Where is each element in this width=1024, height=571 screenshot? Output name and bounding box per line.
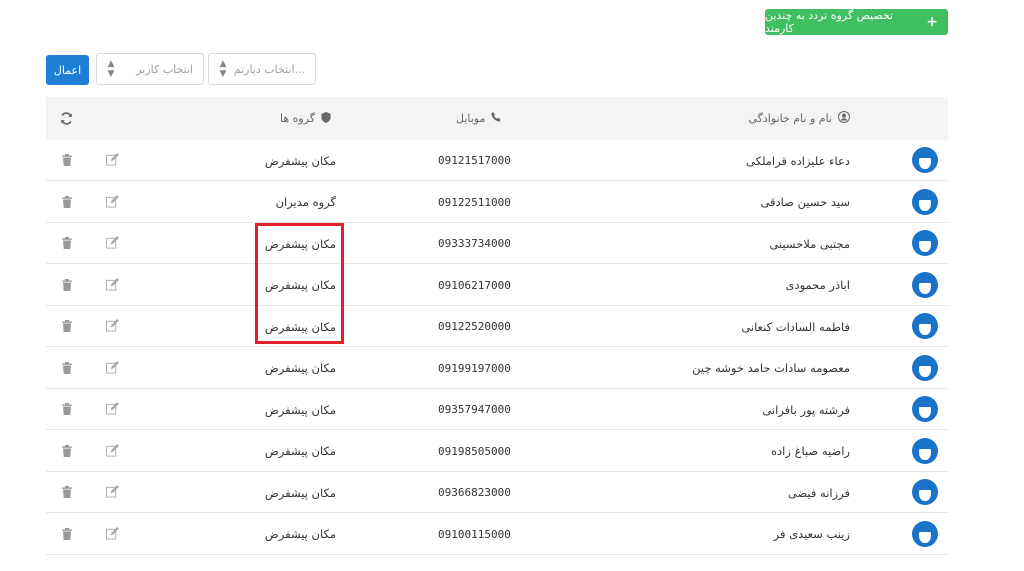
- group-cell: مکان پیشفرض: [264, 153, 336, 168]
- trash-icon[interactable]: [62, 154, 72, 169]
- name-cell: اباذر محمودی: [785, 278, 850, 292]
- table-row: مکان پیشفرض 09100115000 زینب سعیدی فر: [46, 514, 948, 555]
- trash-icon[interactable]: [62, 278, 72, 294]
- edit-icon[interactable]: [106, 402, 119, 418]
- name-cell: سید حسین صادقی: [760, 195, 850, 209]
- mobile-cell: 09106217000: [438, 278, 511, 292]
- avatar: [912, 188, 938, 215]
- avatar: [912, 396, 938, 422]
- trash-icon[interactable]: [62, 361, 72, 377]
- avatar: [912, 147, 938, 173]
- phone-icon: [491, 112, 501, 125]
- edit-icon[interactable]: [106, 153, 119, 169]
- trash-icon[interactable]: [62, 527, 72, 543]
- edit-icon[interactable]: [106, 526, 119, 543]
- select-user-placeholder: انتخاب کاربر: [136, 62, 193, 76]
- assign-group-multiple-button[interactable]: تخصیص گروه تردد به چندین کارمند +: [765, 9, 948, 35]
- mobile-cell: 09100115000: [438, 527, 511, 541]
- avatar: [912, 354, 938, 381]
- user-circle-icon: [838, 111, 850, 126]
- avatar: [912, 437, 938, 464]
- name-cell: فرزانه فیضی: [787, 485, 850, 500]
- table-header: گروه ها موبایل نام و نام خانوادگی: [46, 97, 948, 140]
- group-cell: مکان پیشفرض: [264, 402, 336, 417]
- group-cell: مکان پیشفرض: [264, 444, 336, 458]
- table-row: مکان پیشفرض 09198505000 راضیه صباغ زاده: [46, 431, 948, 472]
- mobile-cell: 09357947000: [438, 403, 511, 416]
- sort-arrows-icon: ▲ ▼: [107, 59, 115, 79]
- edit-icon[interactable]: [106, 194, 119, 211]
- edit-icon[interactable]: [106, 360, 119, 377]
- edit-icon[interactable]: [106, 319, 119, 335]
- name-cell: دعاء علیزاده قراملکی: [746, 153, 850, 168]
- table-row: مکان پیشفرض 09199197000 معصومه سادات حام…: [46, 348, 948, 389]
- mobile-cell: 09199197000: [438, 361, 511, 375]
- name-cell: فرشته پور بافرانی: [762, 402, 850, 417]
- mobile-cell: 09122511000: [438, 195, 511, 209]
- refresh-icon[interactable]: [60, 97, 73, 140]
- assign-group-label: تخصیص گروه تردد به چندین کارمند: [765, 9, 894, 35]
- trash-icon[interactable]: [62, 237, 72, 252]
- select-department-placeholder: انتخاب دپارتم...: [233, 62, 305, 76]
- mobile-column-header: موبایل: [456, 97, 501, 140]
- edit-icon[interactable]: [106, 485, 119, 501]
- mobile-header-label: موبایل: [456, 112, 486, 125]
- avatar: [912, 479, 938, 505]
- apply-button[interactable]: اعمال: [46, 55, 89, 85]
- name-cell: زینب سعیدی فر: [773, 527, 850, 541]
- table-row: مکان پیشفرض 09106217000 اباذر محمودی: [46, 265, 948, 306]
- avatar: [912, 313, 938, 339]
- name-header-label: نام و نام خانوادگی: [748, 112, 832, 125]
- table-row: مکان پیشفرض 09366823000 فرزانه فیضی: [46, 472, 948, 513]
- table-row: مکان پیشفرض 09122520000 فاطمه السادات کن…: [46, 306, 948, 347]
- mobile-cell: 09366823000: [438, 486, 511, 499]
- group-cell: گروه مدیران: [275, 195, 336, 209]
- avatar: [912, 520, 938, 547]
- trash-icon[interactable]: [62, 444, 72, 460]
- name-cell: فاطمه السادات کنعانی: [741, 319, 850, 334]
- mobile-cell: 09122520000: [438, 320, 511, 333]
- select-department-dropdown[interactable]: ▲ ▼ انتخاب دپارتم...: [208, 53, 316, 85]
- shield-icon: [321, 111, 331, 126]
- mobile-cell: 09198505000: [438, 444, 511, 458]
- edit-icon[interactable]: [106, 236, 119, 252]
- table-row: مکان پیشفرض 09121517000 دعاء علیزاده قرا…: [46, 140, 948, 181]
- groups-column-header: گروه ها: [280, 97, 331, 140]
- group-cell: مکان پیشفرض: [264, 361, 336, 375]
- groups-header-label: گروه ها: [280, 112, 316, 125]
- edit-icon[interactable]: [106, 277, 119, 294]
- trash-icon[interactable]: [62, 195, 72, 211]
- plus-icon: +: [926, 14, 938, 30]
- sort-arrows-icon: ▲ ▼: [219, 59, 227, 79]
- select-user-dropdown[interactable]: ▲ ▼ انتخاب کاربر: [96, 53, 204, 85]
- name-cell: مجتبی ملاحسینی: [769, 236, 850, 251]
- trash-icon[interactable]: [62, 403, 72, 418]
- mobile-cell: 09121517000: [438, 154, 511, 167]
- group-cell: مکان پیشفرض: [264, 527, 336, 541]
- avatar: [912, 230, 938, 256]
- name-column-header: نام و نام خانوادگی: [748, 97, 850, 140]
- table-row: مکان پیشفرض 09357947000 فرشته پور بافران…: [46, 389, 948, 430]
- highlight-box: [255, 223, 344, 344]
- name-cell: معصومه سادات حامد خوشه چین: [692, 361, 850, 375]
- edit-icon[interactable]: [106, 443, 119, 460]
- name-cell: راضیه صباغ زاده: [771, 444, 850, 458]
- mobile-cell: 09333734000: [438, 237, 511, 250]
- trash-icon[interactable]: [62, 320, 72, 335]
- avatar: [912, 271, 938, 298]
- group-cell: مکان پیشفرض: [264, 485, 336, 500]
- table-row: گروه مدیران 09122511000 سید حسین صادقی: [46, 182, 948, 223]
- table-row: مکان پیشفرض 09333734000 مجتبی ملاحسینی: [46, 223, 948, 264]
- trash-icon[interactable]: [62, 486, 72, 501]
